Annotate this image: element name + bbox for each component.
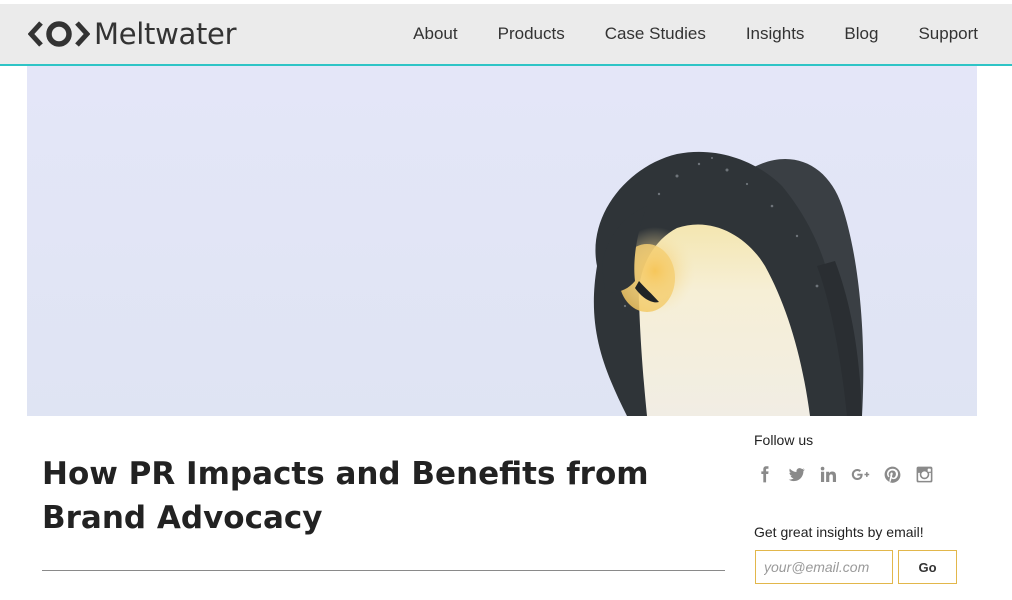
main-nav: About Products Case Studies Insights Blo… bbox=[373, 4, 978, 64]
penguin-illustration bbox=[27, 66, 977, 416]
logo-text: Meltwater bbox=[94, 17, 237, 51]
email-signup-label: Get great insights by email! bbox=[754, 524, 924, 540]
meltwater-logo[interactable]: Meltwater bbox=[28, 17, 237, 51]
nav-blog[interactable]: Blog bbox=[844, 24, 878, 44]
nav-products[interactable]: Products bbox=[498, 24, 565, 44]
twitter-icon[interactable] bbox=[786, 462, 806, 486]
google-plus-icon[interactable] bbox=[850, 462, 870, 486]
meltwater-logo-icon bbox=[28, 21, 90, 47]
nav-case-studies[interactable]: Case Studies bbox=[605, 24, 706, 44]
nav-insights[interactable]: Insights bbox=[746, 24, 805, 44]
pinterest-icon[interactable] bbox=[882, 462, 902, 486]
email-input[interactable] bbox=[755, 550, 893, 584]
nav-about[interactable]: About bbox=[413, 24, 457, 44]
facebook-icon[interactable] bbox=[754, 462, 774, 486]
nav-support[interactable]: Support bbox=[918, 24, 978, 44]
article-title: How PR Impacts and Benefits from Brand A… bbox=[42, 456, 649, 536]
follow-us-label: Follow us bbox=[754, 432, 814, 448]
social-links bbox=[754, 462, 934, 486]
site-header: Meltwater About Products Case Studies In… bbox=[0, 4, 1012, 66]
title-divider bbox=[42, 570, 725, 571]
hero-image bbox=[27, 66, 977, 416]
linkedin-icon[interactable] bbox=[818, 462, 838, 486]
instagram-icon[interactable] bbox=[914, 462, 934, 486]
go-button[interactable]: Go bbox=[898, 550, 957, 584]
